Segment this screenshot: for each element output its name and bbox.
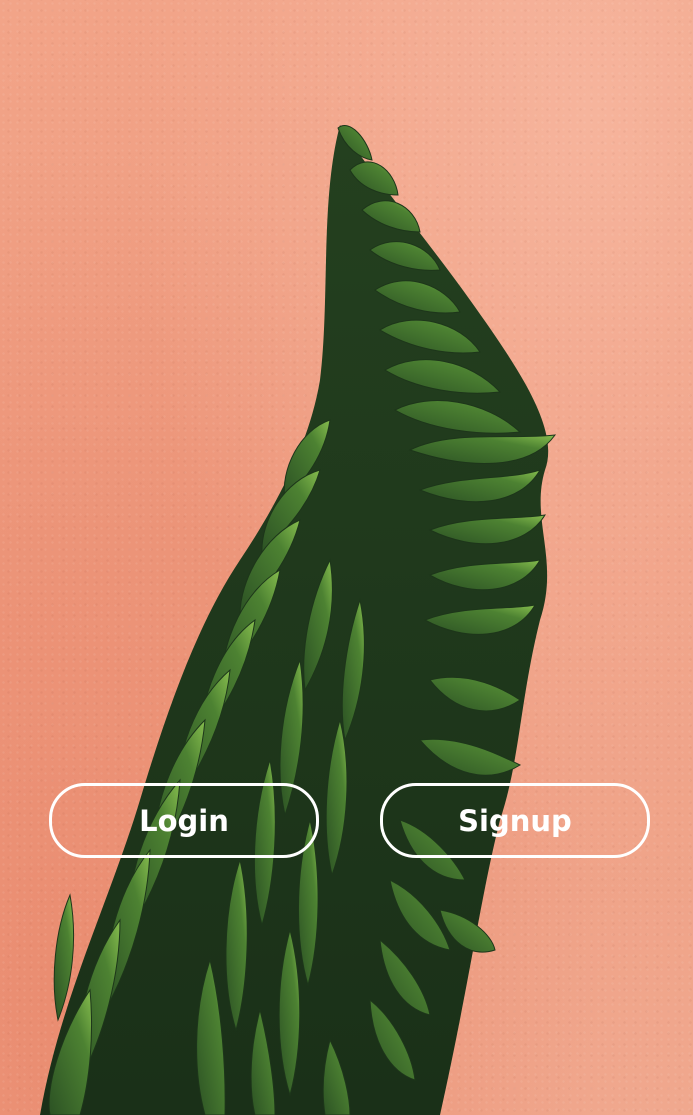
signup-button[interactable]: Signup: [380, 783, 650, 858]
plant-background-image: [40, 125, 557, 1115]
login-button[interactable]: Login: [49, 783, 319, 858]
welcome-screen: Login Signup: [0, 0, 693, 1115]
